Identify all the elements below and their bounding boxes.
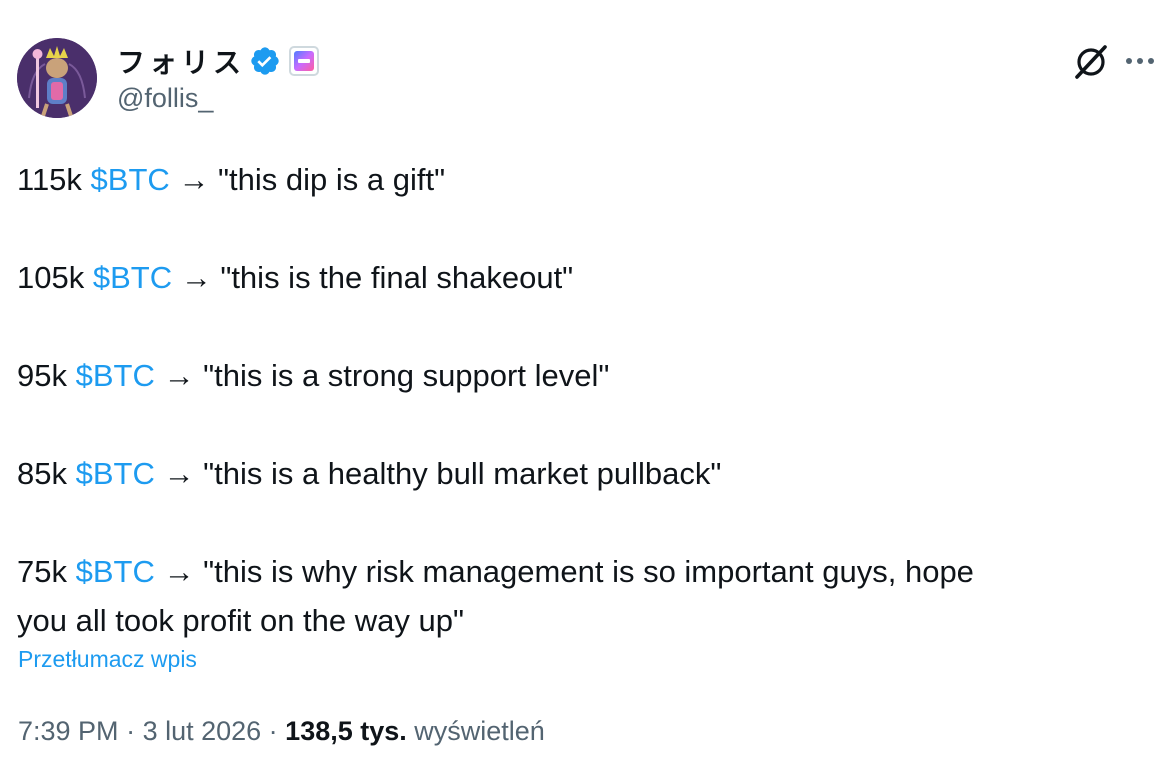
meta-separator: · <box>118 716 143 746</box>
tweet-meta: 7:39 PM · 3 lut 2026 · 138,5 tys. wyświe… <box>18 716 545 747</box>
grok-icon[interactable] <box>1071 42 1111 82</box>
display-name[interactable]: フォリス <box>117 41 245 81</box>
cashtag-link[interactable]: $BTC <box>91 162 170 197</box>
tweet-line-continuation: you all took profit on the way up" <box>17 603 464 638</box>
tweet-text: 115k $BTC → "this dip is a gift" 105k $B… <box>17 155 1137 645</box>
more-icon[interactable] <box>1123 44 1157 78</box>
tweet-line: 75k $BTC → "this is why risk management … <box>17 554 974 589</box>
cashtag-link[interactable]: $BTC <box>93 260 172 295</box>
tweet-line: 115k $BTC → "this dip is a gift" <box>17 162 446 197</box>
tweet-date[interactable]: 3 lut 2026 <box>143 716 262 746</box>
tweet-line: 95k $BTC → "this is a strong support lev… <box>17 358 610 393</box>
handle[interactable]: @follis_ <box>117 83 319 114</box>
translate-post-link[interactable]: Przetłumacz wpis <box>18 646 197 673</box>
tweet-time[interactable]: 7:39 PM <box>18 716 119 746</box>
cashtag-link[interactable]: $BTC <box>76 554 155 589</box>
meta-separator: · <box>261 716 286 746</box>
tweet-card: フォリス @follis_ 115k $BTC → "this dip is a… <box>0 0 1174 761</box>
tweet-header: フォリス @follis_ <box>17 38 1157 122</box>
avatar-image <box>17 38 97 118</box>
name-row: フォリス <box>117 41 320 81</box>
affiliate-badge-icon[interactable] <box>289 46 320 76</box>
views-label: wyświetleń <box>406 716 545 746</box>
views-count[interactable]: 138,5 tys. <box>285 716 407 746</box>
cashtag-link[interactable]: $BTC <box>76 456 155 491</box>
avatar[interactable] <box>17 38 97 118</box>
verified-badge-icon[interactable] <box>249 45 281 77</box>
tweet-line: 85k $BTC → "this is a healthy bull marke… <box>17 456 722 491</box>
cashtag-link[interactable]: $BTC <box>76 358 155 393</box>
tweet-line: 105k $BTC → "this is the final shakeout" <box>17 260 574 295</box>
author-block: フォリス @follis_ <box>117 41 320 114</box>
